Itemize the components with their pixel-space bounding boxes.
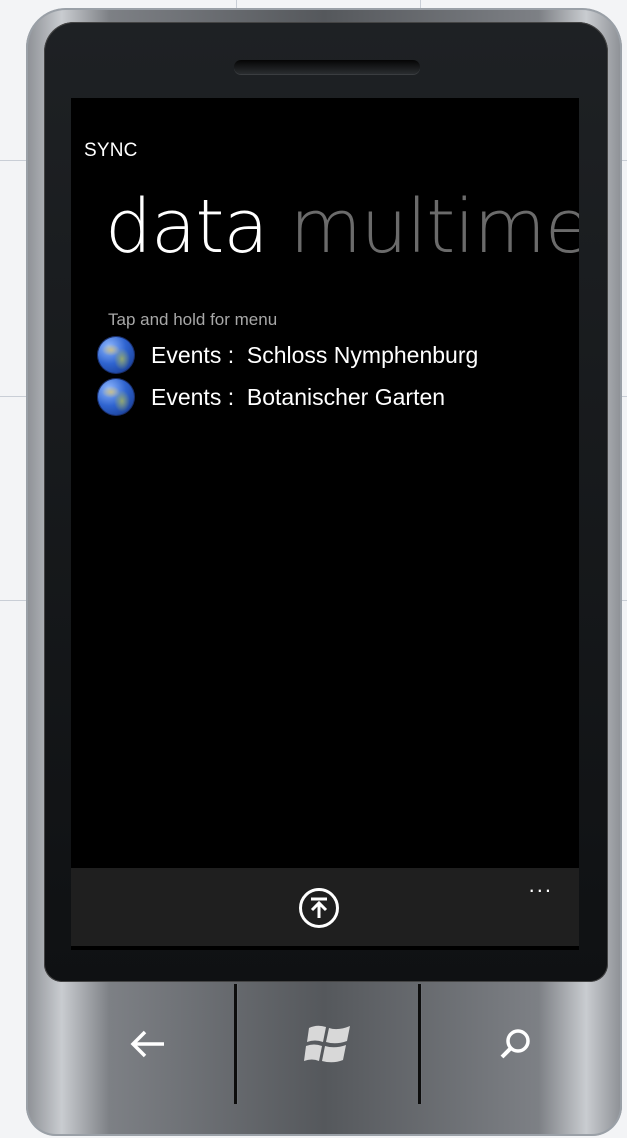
pivot-item-data[interactable]: data <box>105 184 269 270</box>
search-button[interactable] <box>476 1004 556 1084</box>
search-icon <box>500 1029 530 1059</box>
hardware-buttons <box>46 974 602 1104</box>
button-divider <box>234 984 237 1104</box>
pivot-header: datamultimec <box>105 190 579 264</box>
list-item[interactable]: Events : Schloss Nymphenburg <box>97 334 478 376</box>
speaker-grille <box>234 60 420 74</box>
start-button[interactable] <box>289 1004 369 1084</box>
globe-icon <box>97 336 135 374</box>
back-button[interactable] <box>108 1004 188 1084</box>
app-title: SYNC <box>84 140 138 161</box>
upload-button[interactable] <box>299 888 339 928</box>
list-hint: Tap and hold for menu <box>108 310 278 329</box>
list-item[interactable]: Events : Botanischer Garten <box>97 376 478 418</box>
windows-logo-icon <box>304 1025 350 1063</box>
phone-screen: SYNC datamultimec Tap and hold for menu … <box>71 98 579 950</box>
phone-bezel: SYNC datamultimec Tap and hold for menu … <box>44 22 608 982</box>
events-list: Events : Schloss Nymphenburg Events : Bo… <box>97 334 478 418</box>
button-divider <box>418 984 421 1104</box>
pivot-item-multimedia[interactable]: multimec <box>290 184 579 270</box>
back-arrow-icon <box>130 1030 164 1058</box>
list-item-label: Events : Schloss Nymphenburg <box>151 341 479 368</box>
more-options-button[interactable]: ... <box>529 872 553 898</box>
list-item-label: Events : Botanischer Garten <box>151 383 446 410</box>
application-bar: ... <box>71 868 579 946</box>
phone-emulator: SYNC datamultimec Tap and hold for menu … <box>26 8 622 1136</box>
globe-icon <box>97 378 135 416</box>
upload-icon <box>310 897 328 918</box>
